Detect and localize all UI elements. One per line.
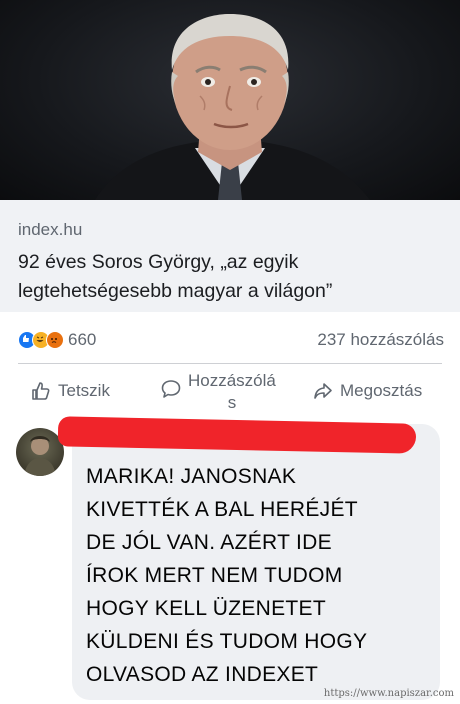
like-button[interactable]: Tetszik	[30, 380, 110, 402]
watermark: https://www.napiszar.com	[323, 688, 454, 699]
share-button[interactable]: Megosztás	[312, 380, 422, 402]
thumbs-up-icon	[32, 382, 50, 400]
avatar-image	[24, 436, 56, 476]
reaction-count: 660	[68, 330, 97, 349]
link-domain: index.hu	[18, 220, 83, 239]
speech-bubble-icon	[161, 380, 181, 398]
comment-count-link[interactable]: 237 hozzászólás	[317, 330, 444, 350]
link-title[interactable]: 92 éves Soros György, „az egyik legtehet…	[18, 248, 448, 306]
reactions-summary[interactable]: 660	[18, 330, 96, 350]
post-photo[interactable]	[0, 0, 460, 200]
share-label: Megosztás	[340, 381, 423, 400]
like-label: Tetszik	[58, 381, 110, 400]
portrait-illustration	[95, 14, 370, 200]
comment-button[interactable]: Hozzászólá s	[160, 370, 276, 414]
share-arrow-icon	[314, 383, 332, 399]
comment-text: MARIKA! JANOSNAK KIVETTÉK A BAL HERÉJÉT …	[86, 465, 368, 686]
angry-reaction-icon	[46, 331, 64, 349]
commenter-avatar[interactable]	[16, 428, 64, 476]
comment-label: Hozzászólá s	[188, 371, 276, 412]
